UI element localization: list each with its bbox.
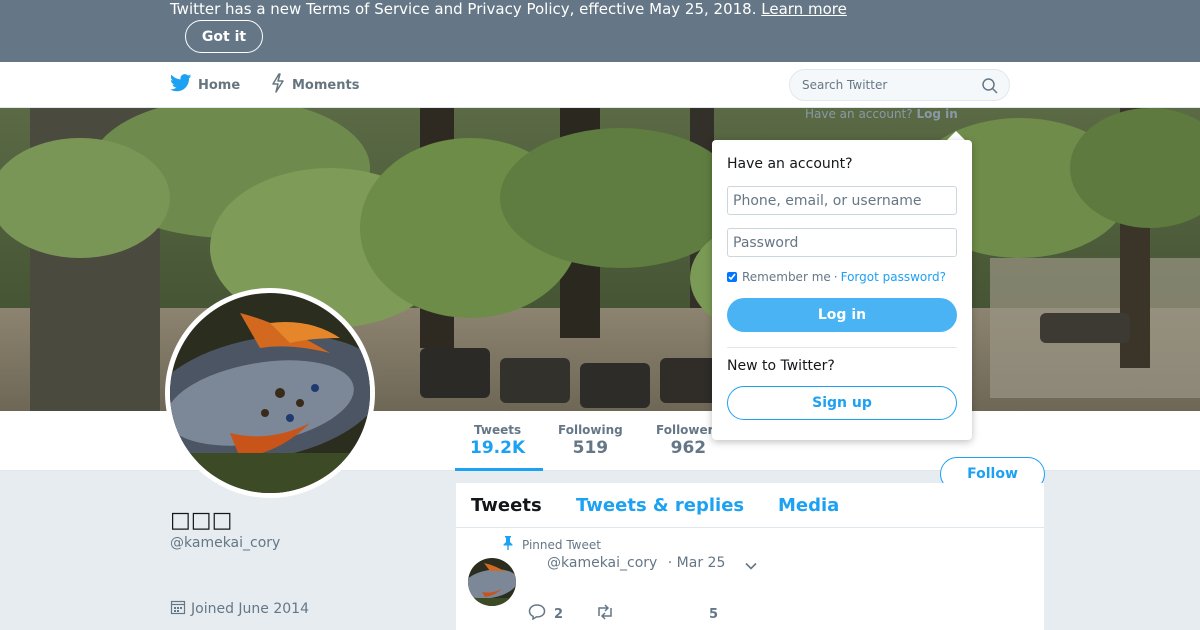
twitter-bird-icon bbox=[170, 74, 192, 96]
reply-count: 2 bbox=[554, 606, 564, 622]
forgot-password-link[interactable]: Forgot password? bbox=[841, 270, 946, 284]
tab-tweets-replies[interactable]: Tweets & replies bbox=[576, 495, 744, 516]
profile-display-name[interactable]: □□□ bbox=[170, 508, 232, 533]
search-box bbox=[789, 69, 1010, 101]
profile-handle[interactable]: @kamekai_cory bbox=[170, 535, 280, 551]
new-to-twitter-label: New to Twitter? bbox=[727, 358, 835, 374]
like-count: 5 bbox=[709, 606, 719, 622]
pinned-tweet-label: Pinned Tweet bbox=[502, 536, 601, 553]
tweet-actions: 2 5 bbox=[528, 604, 718, 624]
tab-tweets[interactable]: Tweets bbox=[471, 495, 542, 516]
pin-icon bbox=[502, 536, 514, 553]
pinned-text: Pinned Tweet bbox=[522, 537, 601, 552]
remember-separator: · bbox=[833, 270, 838, 284]
dropdown-title: Have an account? bbox=[727, 156, 853, 172]
have-account-login-link[interactable]: Have an account? Log in bbox=[805, 107, 958, 121]
signup-button[interactable]: Sign up bbox=[727, 386, 957, 420]
nav-home[interactable]: Home bbox=[170, 62, 240, 108]
nav-moments[interactable]: Moments bbox=[270, 62, 359, 108]
password-field[interactable] bbox=[727, 228, 957, 257]
stat-tweets[interactable]: Tweets 19.2K bbox=[470, 423, 525, 458]
like-action[interactable]: 5 bbox=[709, 607, 718, 622]
stat-value: 519 bbox=[572, 438, 609, 458]
tweet-avatar[interactable] bbox=[468, 558, 516, 606]
retweet-icon bbox=[595, 604, 615, 624]
remember-row: Remember me · Forgot password? bbox=[727, 270, 946, 284]
timeline-tabs: Tweets Tweets & replies Media bbox=[456, 483, 1044, 528]
active-stat-underline bbox=[455, 468, 543, 471]
login-button[interactable]: Log in bbox=[727, 298, 957, 332]
joined-text: Joined June 2014 bbox=[191, 601, 309, 617]
search-input[interactable] bbox=[802, 70, 972, 100]
avatar-image bbox=[170, 293, 370, 493]
tweet-date[interactable]: · Mar 25 bbox=[668, 555, 726, 571]
reply-action[interactable]: 2 bbox=[528, 604, 563, 624]
nav-moments-label: Moments bbox=[292, 77, 360, 93]
remember-label[interactable]: Remember me bbox=[742, 270, 831, 284]
terms-banner: Twitter has a new Terms of Service and P… bbox=[0, 0, 1200, 62]
tab-media[interactable]: Media bbox=[778, 495, 839, 516]
joined-date: Joined June 2014 bbox=[170, 599, 309, 619]
login-dropdown: Have an account? Remember me · Forgot pa… bbox=[712, 140, 972, 440]
stat-label: Following bbox=[558, 423, 623, 437]
stat-value: 962 bbox=[670, 438, 707, 458]
dropdown-caret bbox=[947, 131, 965, 140]
top-navigation: Home Moments bbox=[0, 62, 1200, 108]
nav-home-label: Home bbox=[198, 77, 241, 93]
dropdown-divider bbox=[727, 347, 957, 348]
calendar-icon bbox=[170, 599, 186, 619]
lightning-icon bbox=[270, 73, 286, 97]
learn-more-link[interactable]: Learn more bbox=[761, 0, 847, 18]
search-icon[interactable] bbox=[981, 77, 999, 95]
tweet-header: @kamekai_cory · Mar 25 bbox=[547, 555, 725, 571]
banner-message: Twitter has a new Terms of Service and P… bbox=[170, 0, 847, 18]
tweet-author-handle[interactable]: @kamekai_cory bbox=[547, 555, 657, 571]
stat-label: Tweets bbox=[474, 423, 522, 437]
banner-text: Twitter has a new Terms of Service and P… bbox=[170, 0, 757, 18]
stat-followers[interactable]: Followers 962 bbox=[656, 423, 721, 458]
retweet-action[interactable] bbox=[595, 604, 623, 624]
stat-value: 19.2K bbox=[470, 438, 526, 458]
timeline: Tweets Tweets & replies Media Pinned Twe… bbox=[456, 483, 1044, 630]
stat-following[interactable]: Following 519 bbox=[558, 423, 623, 458]
got-it-button[interactable]: Got it bbox=[185, 20, 263, 53]
profile-avatar[interactable] bbox=[165, 288, 375, 498]
username-field[interactable] bbox=[727, 186, 957, 215]
login-word: Log in bbox=[916, 107, 958, 121]
chevron-down-icon[interactable] bbox=[744, 558, 758, 572]
stat-label: Followers bbox=[656, 423, 721, 437]
have-account-text: Have an account? bbox=[805, 107, 913, 121]
remember-checkbox[interactable] bbox=[727, 272, 737, 282]
reply-icon bbox=[528, 604, 546, 624]
